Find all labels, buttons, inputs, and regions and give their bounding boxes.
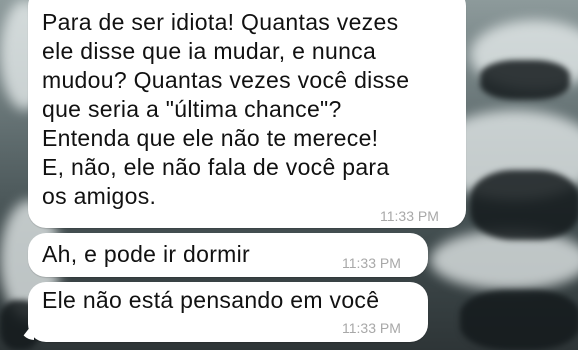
bubble-tail (20, 322, 34, 340)
chat-screen: Para de ser idiota! Quantas vezes ele di… (0, 0, 578, 350)
message-bubble[interactable]: Ah, e pode ir dormir 11:33 PM (28, 233, 428, 277)
message-text: Para de ser idiota! Quantas vezes ele di… (42, 9, 410, 209)
message-bubble[interactable]: Ele não está pensando em você 11:33 PM (28, 282, 428, 342)
message-timestamp: 11:33 PM (380, 208, 439, 224)
message-list: Para de ser idiota! Quantas vezes ele di… (0, 0, 578, 350)
message-timestamp: 11:33 PM (342, 320, 401, 336)
message-text: Ah, e pode ir dormir (42, 241, 250, 267)
message-bubble[interactable]: Para de ser idiota! Quantas vezes ele di… (28, 0, 466, 228)
message-timestamp: 11:33 PM (342, 255, 401, 271)
message-text: Ele não está pensando em você (42, 287, 380, 313)
